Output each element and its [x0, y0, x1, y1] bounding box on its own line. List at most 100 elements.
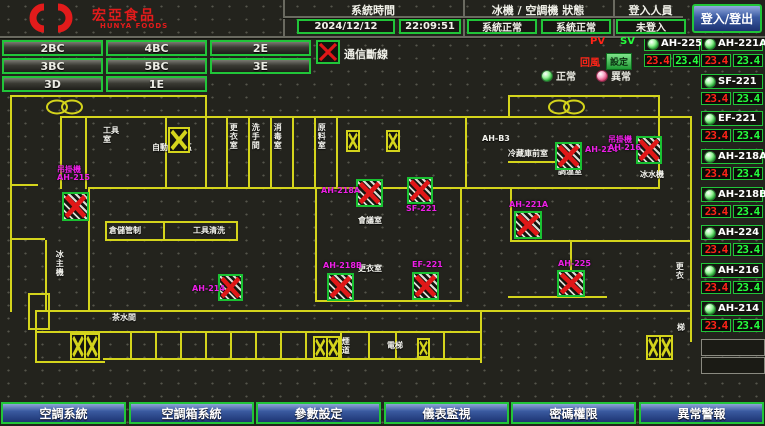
return-air-label: 回風	[580, 54, 600, 69]
wall-segment	[280, 331, 282, 358]
unit-AH-221A-pv-value: 23.4	[701, 54, 731, 67]
unit-AH-221A-sv-value: 23.4	[733, 54, 763, 67]
unit-SF-221-pv-value: 23.4	[701, 92, 731, 105]
nav-button-4[interactable]: 儀表監視	[384, 402, 509, 424]
unit-AH-218B-button[interactable]: AH-218B	[701, 187, 763, 202]
legend-abnormal: 異常	[596, 68, 631, 83]
nav-button-6[interactable]: 異常警報	[639, 402, 764, 424]
unit-AH-225-button[interactable]: AH-225	[644, 36, 700, 51]
unit-status-led-icon	[704, 151, 716, 163]
nav-button-5[interactable]: 密碼權限	[511, 402, 636, 424]
floor-button-5BC[interactable]: 5BC	[106, 58, 207, 74]
unit-status-led-icon	[647, 38, 659, 50]
wall-segment	[35, 310, 690, 312]
wall-segment	[508, 95, 510, 118]
room-label: 工具清洗	[193, 226, 225, 235]
floor-button-3D[interactable]: 3D	[2, 76, 103, 92]
logo-company-subtitle: HUNYA FOODS	[100, 22, 168, 30]
room-label: 電梯	[387, 341, 403, 350]
room-label: 茶水間	[112, 313, 136, 322]
empty-slot	[701, 339, 765, 356]
floor-button-4BC[interactable]: 4BC	[106, 40, 207, 56]
unit-AH-218A-button[interactable]: AH-218A	[701, 149, 763, 164]
header-bottom-line	[0, 36, 765, 38]
wall-segment	[205, 331, 207, 358]
floor-button-3E[interactable]: 3E	[210, 58, 311, 74]
shaft-x-icon	[326, 338, 339, 357]
wall-segment	[255, 331, 257, 358]
unit-name-label: AH-216	[718, 265, 759, 276]
legend-normal: 正常	[541, 68, 576, 83]
unit-AH-216-button[interactable]: AH-216	[701, 263, 763, 278]
wall-segment	[105, 221, 107, 241]
floor-button-2BC[interactable]: 2BC	[2, 40, 103, 56]
unit-AH-224-button[interactable]: AH-224	[701, 225, 763, 240]
unit-status-led-icon	[704, 113, 716, 125]
nav-button-1[interactable]: 空調系統	[1, 402, 126, 424]
unit-AH-224-sv-value: 23.4	[733, 243, 763, 256]
shaft-box	[313, 336, 340, 359]
unit-EF-221-button[interactable]: EF-221	[701, 111, 763, 126]
machine-status-label: 冰機 / 空調機 狀態	[463, 2, 613, 18]
shaft-box	[168, 127, 190, 153]
shaft-x-icon	[84, 335, 98, 358]
map-unit-label: AH-218B	[323, 262, 362, 270]
normal-label: 正常	[556, 68, 576, 83]
nav-button-3[interactable]: 參數設定	[256, 402, 381, 424]
stairs-icon	[546, 99, 588, 116]
unit-AH-214-button[interactable]: AH-214	[701, 301, 763, 316]
unit-AH-221A-button[interactable]: AH-221A	[701, 36, 763, 51]
login-status-value: 未登入	[616, 19, 686, 34]
unit-AH-216-pv-value: 23.4	[701, 281, 731, 294]
wall-segment	[690, 118, 692, 342]
comm-fail-marker-AH-221A	[514, 211, 542, 239]
login-logout-button[interactable]: 登入/登出	[692, 4, 762, 33]
system-time-label: 系統時間	[283, 2, 463, 18]
nav-button-2[interactable]: 空調箱系統	[129, 402, 254, 424]
wall-segment	[105, 221, 238, 223]
sv-label: SV	[620, 36, 635, 47]
comm-fail-marker-AH-225	[557, 270, 585, 297]
abnormal-led-icon	[596, 70, 608, 82]
comm-fail-marker-EF-221	[412, 272, 439, 300]
wall-segment	[270, 118, 272, 189]
unit-EF-221-sv-value: 23.4	[733, 129, 763, 142]
wall-segment	[12, 238, 45, 240]
floor-button-3BC[interactable]: 3BC	[2, 58, 103, 74]
wall-segment	[315, 187, 317, 302]
wall-segment	[443, 331, 445, 358]
unit-status-led-icon	[704, 38, 716, 50]
room-label: 更衣室	[229, 123, 238, 150]
wall-segment	[508, 95, 660, 97]
empty-slot	[701, 357, 765, 374]
wall-segment	[248, 118, 250, 189]
unit-name-label: AH-218B	[718, 189, 765, 200]
floor-button-1E[interactable]: 1E	[106, 76, 207, 92]
room-label: 倉儲管制	[109, 226, 141, 235]
wall-segment	[10, 95, 12, 312]
unit-AH-218A-sv-value: 23.4	[733, 167, 763, 180]
wall-segment	[205, 118, 207, 189]
normal-led-icon	[541, 70, 553, 82]
floor-button-2E[interactable]: 2E	[210, 40, 311, 56]
wall-segment	[60, 116, 692, 118]
unit-SF-221-button[interactable]: SF-221	[701, 74, 763, 89]
shaft-x-icon	[419, 340, 428, 356]
wall-segment	[292, 118, 294, 189]
unit-status-led-icon	[704, 227, 716, 239]
room-label: 會議室	[358, 216, 382, 225]
wall-segment	[163, 221, 165, 241]
shaft-x-icon	[72, 335, 84, 358]
map-unit-label: EF-221	[412, 261, 443, 269]
unit-name-label: EF-221	[718, 113, 756, 124]
pv-label: PV	[590, 36, 605, 47]
wall-segment	[460, 187, 462, 302]
wall-segment	[226, 118, 228, 189]
shaft-box	[646, 335, 673, 360]
comm-fail-label: 通信斷線	[344, 46, 388, 62]
room-label: 冷藏庫前室	[508, 149, 548, 158]
room-label: 更衣	[675, 262, 684, 280]
logo-icon	[22, 2, 80, 34]
comm-fail-marker-SF-221	[407, 177, 433, 204]
unit-name-label: AH-221A	[718, 38, 765, 49]
